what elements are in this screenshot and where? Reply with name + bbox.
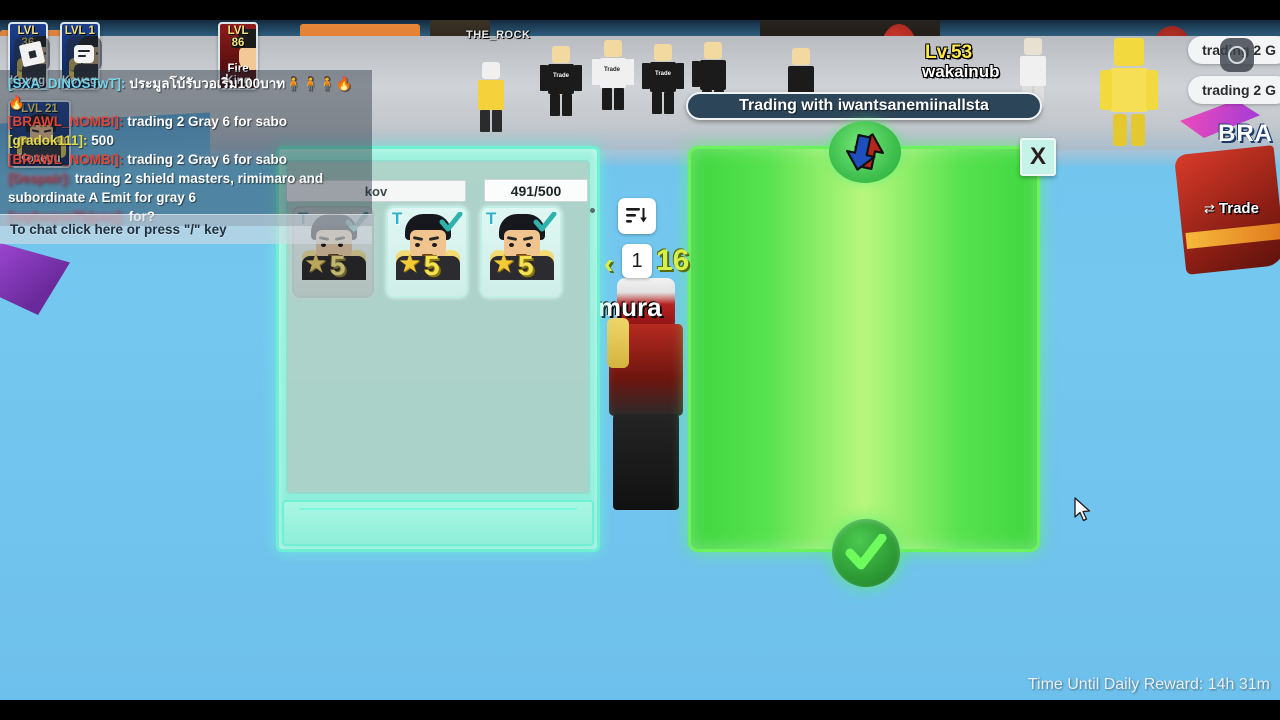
inventory-item-card[interactable]: T ★ 5 Lvl. 1 — [480, 206, 562, 298]
chat-icon — [74, 45, 94, 63]
chat-bubble-text: trading 2 G — [1202, 82, 1276, 98]
npc-shirt-label: Trade — [604, 67, 621, 73]
record-indicator-icon — [1220, 38, 1254, 72]
inventory-footer — [282, 500, 594, 546]
star-icon: ★ — [492, 248, 516, 278]
letterbox-bottom — [0, 700, 1280, 720]
confirm-trade-button[interactable] — [832, 519, 900, 587]
equipped-check-icon — [533, 211, 557, 232]
page-total: 16 — [656, 244, 690, 277]
sort-button[interactable] — [618, 198, 656, 234]
close-icon: X — [1029, 143, 1046, 170]
npc-shirt-label: Trade — [553, 73, 570, 79]
npc-shirt-label: Trade — [655, 71, 672, 77]
chat-message: [BRAWL_NOMBI]: trading 2 Gray 6 for sabo — [8, 150, 364, 169]
star-count: 5 — [330, 250, 346, 281]
page-current-value: 1 — [631, 249, 643, 272]
trade-item-level: LVL 86 — [227, 25, 249, 49]
background-effect — [0, 240, 70, 315]
chat-username: [gradok111]: — [8, 133, 88, 148]
roblox-topbar — [14, 36, 102, 72]
trade-title-text: Trading with iwantsanemiinallsta — [739, 97, 989, 114]
player-name-tag: wakainub — [922, 62, 1000, 81]
inventory-item-card[interactable]: T ★ 5 Lvl. 21 — [386, 206, 468, 298]
chat-text: 500 — [91, 133, 114, 148]
npc-trade-prompt[interactable]: ⇄ Trade — [1204, 200, 1259, 217]
world-label-the-rock: THE_ROCK — [466, 29, 531, 41]
page-prev-button[interactable]: ‹ — [604, 248, 613, 280]
traded-badge-icon: T — [486, 209, 497, 228]
chat-message: [BRAWL_NOMBI]: trading 2 Gray 6 for sabo — [8, 112, 364, 131]
chat-message: [SXA_DINOSTwT]: ประมูลโบ้รับวอเริ่ม100บา… — [8, 74, 364, 112]
sort-descending-icon — [626, 208, 647, 223]
chat-text: trading 2 Gray 6 for sabo — [127, 152, 288, 167]
player-level-tag: Lv.53 — [925, 42, 973, 63]
daily-reward-timer: Time Until Daily Reward: 14h 31m — [1027, 676, 1270, 693]
chat-username: [BRAWL_NOMBI]: — [8, 114, 124, 129]
roblox-menu-button[interactable] — [14, 36, 50, 72]
swap-arrows-icon: ⇄ — [1204, 200, 1215, 216]
trade-swap-arrows-icon — [829, 121, 901, 183]
chat-input[interactable]: To chat click here or press "/" key — [0, 214, 372, 244]
star-icon: ★ — [398, 248, 422, 278]
chat-input-placeholder: To chat click here or press "/" key — [10, 222, 227, 237]
equipped-check-icon — [439, 211, 463, 232]
chat-username: [SXA_DINOSTwT]: — [8, 76, 126, 91]
background-character-name: mura — [598, 292, 662, 322]
traded-badge-icon: T — [392, 209, 403, 228]
chat-message: [gradok111]: 500 — [8, 131, 364, 150]
page-current[interactable]: 1 — [622, 244, 652, 278]
mouse-cursor — [1074, 497, 1092, 523]
trade-title-bar: Trading with iwantsanemiinallsta — [686, 92, 1042, 120]
player-avatar-yellow — [1100, 38, 1158, 148]
chat-text: trading 2 Gray 6 for sabo — [127, 114, 288, 129]
star-icon: ★ — [304, 248, 328, 278]
chat-bubble: trading 2 G — [1188, 76, 1280, 104]
inventory-capacity: 491/500 — [484, 179, 588, 202]
trade-offer-panel — [688, 146, 1040, 552]
inventory-capacity-value: 491/500 — [510, 182, 562, 199]
chat-log[interactable]: [SXA_DINOSTwT]: ประมูลโบ้รับวอเริ่ม100บา… — [0, 70, 372, 226]
chat-toggle-button[interactable] — [66, 36, 102, 72]
star-count: 5 — [518, 250, 534, 281]
star-count: 5 — [424, 250, 440, 281]
chat-username: [Despair]: — [8, 171, 72, 186]
brawl-banner-text: BRA — [1218, 120, 1273, 147]
checkmark-icon — [845, 534, 887, 570]
roblox-logo-icon — [18, 40, 46, 68]
npc-trade-label: Trade — [1218, 200, 1259, 217]
chat-message: [Despair]: trading 2 shield masters, rim… — [8, 169, 364, 207]
chat-username: [BRAWL_NOMBI]: — [8, 152, 124, 167]
letterbox-top — [0, 0, 1280, 20]
close-trade-button[interactable]: X — [1020, 138, 1056, 176]
scrollbar-thumb[interactable] — [590, 208, 595, 213]
